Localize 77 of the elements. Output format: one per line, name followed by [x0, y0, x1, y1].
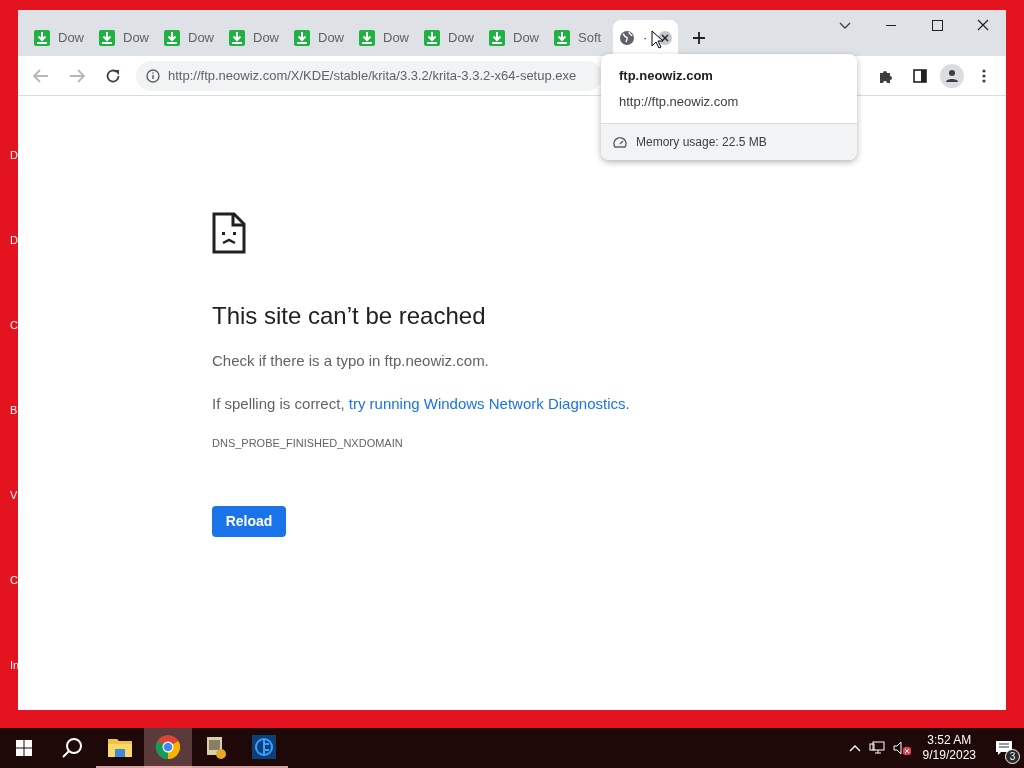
tab-title: Dow [513, 29, 539, 48]
desktop-icon-label: C [10, 575, 18, 586]
download-icon [34, 30, 50, 46]
notifications-button[interactable]: 3 [984, 728, 1024, 768]
download-icon [554, 30, 570, 46]
side-panel-icon [913, 68, 927, 83]
desktop-icon-label: V [10, 490, 18, 501]
tab-title: Dow [58, 29, 84, 48]
browser-tab[interactable]: Dow [353, 20, 418, 56]
download-icon [99, 30, 115, 46]
download-icon [294, 30, 310, 46]
sad-page-icon [212, 212, 246, 254]
reload-icon [105, 67, 121, 84]
download-icon [424, 30, 440, 46]
mouse-pointer-icon [651, 30, 663, 49]
download-icon [359, 30, 375, 46]
installer-icon [205, 735, 227, 759]
url-text: http://ftp.neowiz.com/X/KDE/stable/krita/3.3.2/krita-3.3.2-x64-setup.exe [168, 66, 577, 85]
clock-time[interactable]: 3:52 AM [927, 733, 972, 748]
menu-icon [982, 68, 986, 83]
hover-card-url: http://ftp.neowiz.com [619, 92, 740, 111]
close-icon [977, 19, 989, 31]
folder-icon [108, 737, 132, 757]
windows-icon [16, 740, 32, 756]
browser-tab[interactable]: Dow [288, 20, 353, 56]
chevron-down-icon [839, 21, 851, 29]
maximize-icon [931, 19, 943, 31]
tab-title: Soft [578, 29, 602, 48]
muted-speaker-icon[interactable] [892, 741, 911, 755]
reload-button[interactable]: Reload [212, 505, 286, 537]
desktop-icon-label: B [10, 405, 18, 416]
error-title: This site can’t be reached [212, 301, 487, 331]
download-icon [164, 30, 180, 46]
tab-title: Dow [318, 29, 344, 48]
person-icon [945, 68, 959, 83]
plus-icon [692, 31, 706, 45]
chrome-icon [156, 735, 180, 759]
browser-tab[interactable]: Dow [223, 20, 288, 56]
chevron-up-icon[interactable] [848, 744, 861, 752]
gauge-icon [613, 136, 627, 148]
back-arrow-icon [33, 68, 49, 83]
memory-usage: Memory usage: 22.5 MB [636, 134, 767, 151]
profile-button[interactable] [940, 63, 964, 88]
tab-title: Dow [123, 29, 149, 48]
browser-tab[interactable]: Soft [548, 20, 613, 56]
address-bar[interactable]: http://ftp.neowiz.com/X/KDE/stable/krita/3.3.2/krita-3.3.2-x64-setup.exe [136, 60, 602, 91]
clock-date[interactable]: 9/19/2023 [922, 748, 976, 763]
error-code: DNS_PROBE_FINISHED_NXDOMAIN [212, 436, 404, 451]
desktop-icon-label: In [10, 660, 18, 671]
diagnostics-link[interactable]: try running Windows Network Diagnostics [348, 394, 626, 412]
desktop-icon-label: D [10, 235, 18, 246]
desktop-icon-label: D [10, 150, 18, 161]
forward-arrow-icon [69, 68, 85, 83]
tab-title: Dow [383, 29, 409, 48]
tab-title: Dow [188, 29, 214, 48]
download-icon [229, 30, 245, 46]
tab-title: Dow [448, 29, 474, 48]
error-message: Check if there is a typo in ftp.neowiz.com. [212, 351, 490, 371]
browser-tab[interactable]: Dow [418, 20, 483, 56]
minimize-icon [886, 24, 896, 26]
app-icon [252, 735, 276, 759]
notification-count: 3 [1005, 749, 1020, 764]
browser-tab[interactable]: Dow [28, 20, 93, 56]
search-icon [61, 737, 83, 759]
taskbar-app[interactable] [144, 728, 192, 768]
globe-icon [619, 30, 635, 46]
network-icon[interactable] [868, 741, 885, 755]
browser-tab[interactable]: Dow [158, 20, 223, 56]
desktop-icon-label: C [10, 320, 18, 331]
info-icon [146, 68, 160, 83]
error-suggestion: If spelling is correct, try running Windows Network Diagnostics. [212, 393, 631, 414]
browser-tab[interactable]: Dow [93, 20, 158, 56]
hover-card-title: ftp.neowiz.com [619, 67, 714, 85]
download-icon [489, 30, 505, 46]
browser-tab[interactable]: Dow [483, 20, 548, 56]
tab-title: Dow [253, 29, 279, 48]
tab-title: · [643, 29, 648, 48]
